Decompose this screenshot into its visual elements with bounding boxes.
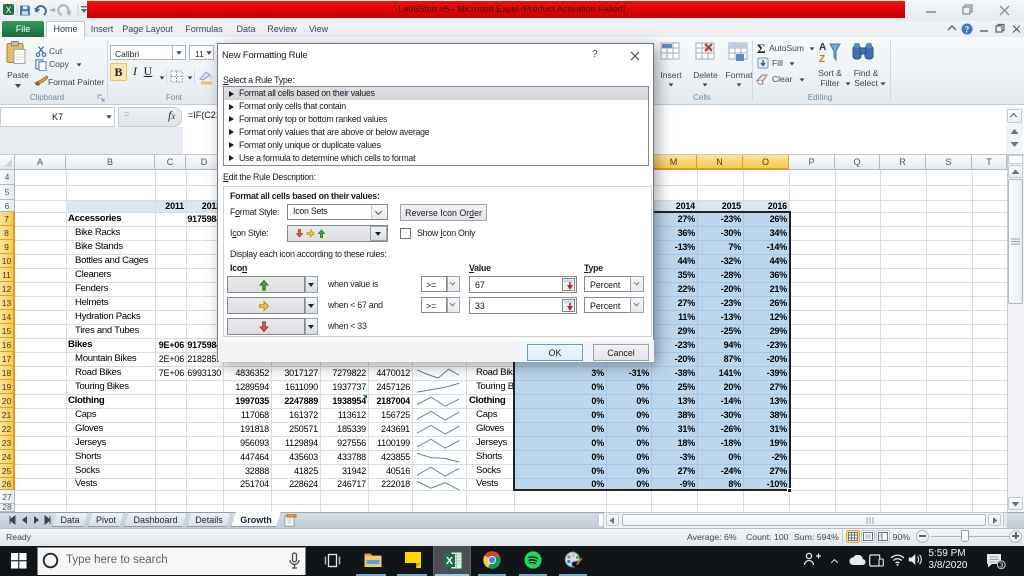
svg-text:X: X <box>5 5 11 15</box>
svg-text:A: A <box>819 42 826 53</box>
svg-text:?: ? <box>965 25 970 35</box>
svg-text:3: 3 <box>999 561 1003 570</box>
svg-text:X: X <box>446 556 453 567</box>
svg-text:Z: Z <box>819 54 825 64</box>
